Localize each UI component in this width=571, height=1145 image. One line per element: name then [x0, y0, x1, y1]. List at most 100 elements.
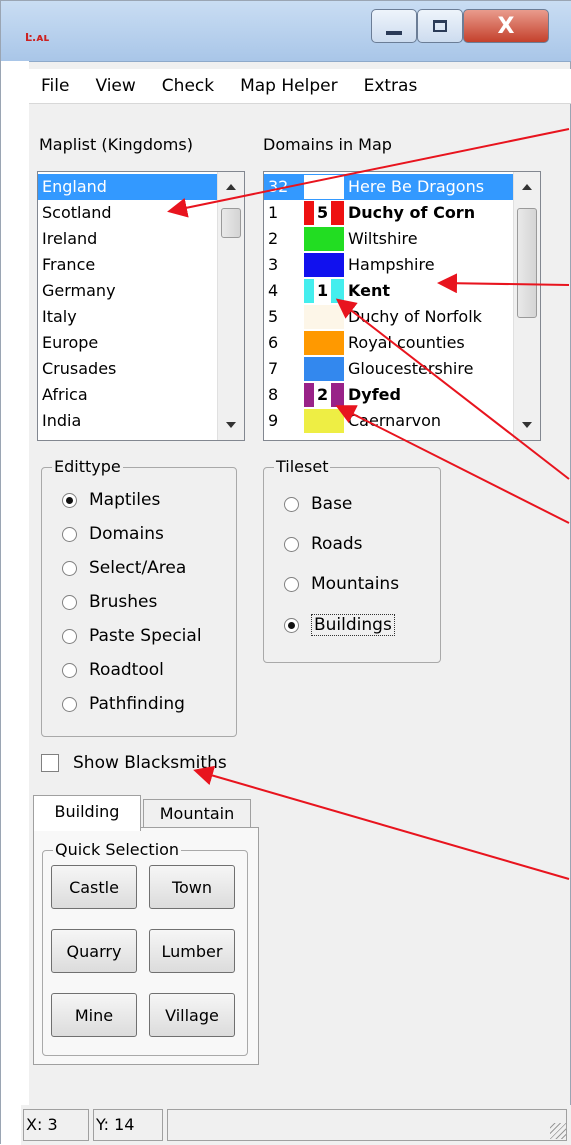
- tileset-radio[interactable]: Base: [284, 494, 352, 514]
- domain-row[interactable]: 9 Caernarvon: [264, 408, 516, 434]
- edittype-radio[interactable]: Maptiles: [62, 490, 160, 510]
- radio-icon[interactable]: [284, 536, 299, 552]
- scroll-up-icon[interactable]: [522, 184, 532, 190]
- menu-view[interactable]: View: [95, 76, 135, 96]
- edittype-option-label: Domains: [89, 524, 164, 544]
- tileset-radio[interactable]: Mountains: [284, 574, 399, 594]
- edittype-option-label: Maptiles: [89, 490, 161, 510]
- tileset-option-label: Mountains: [311, 574, 400, 594]
- lumber-button[interactable]: Lumber: [149, 929, 235, 973]
- menu-check[interactable]: Check: [162, 76, 214, 96]
- minimize-icon: [386, 31, 402, 35]
- app-window: Ŀ.ᴀʟ X File View Check Map Helper Extras…: [0, 0, 571, 1145]
- domain-row[interactable]: 32 Here Be Dragons: [264, 174, 516, 200]
- radio-icon[interactable]: [62, 560, 77, 576]
- scroll-thumb[interactable]: [221, 208, 241, 238]
- edittype-radio[interactable]: Select/Area: [62, 558, 186, 578]
- maplist-item[interactable]: Europe: [38, 330, 220, 356]
- radio-icon[interactable]: [62, 628, 77, 644]
- maplist-item[interactable]: Germany: [38, 278, 220, 304]
- domain-number: 5: [268, 307, 279, 326]
- tileset-radio[interactable]: Roads: [284, 534, 363, 554]
- scroll-thumb[interactable]: [517, 208, 537, 318]
- tab-mountain[interactable]: Mountain: [143, 799, 251, 829]
- domain-number: 8: [268, 385, 279, 404]
- domain-color-swatch: 2: [304, 383, 344, 407]
- checkbox-box[interactable]: [41, 754, 59, 772]
- maplist-item[interactable]: Africa: [38, 382, 220, 408]
- maplist-item[interactable]: Italy: [38, 304, 220, 330]
- edittype-option-label: Select/Area: [89, 558, 187, 578]
- resize-grip-icon[interactable]: [550, 1123, 566, 1139]
- edittype-radio[interactable]: Roadtool: [62, 660, 164, 680]
- edittype-radio[interactable]: Paste Special: [62, 626, 202, 646]
- domain-color-swatch: 5: [304, 201, 344, 225]
- domain-color-swatch: [304, 305, 344, 329]
- menu-map-helper[interactable]: Map Helper: [240, 76, 337, 96]
- radio-icon[interactable]: [62, 526, 77, 542]
- maplist-item[interactable]: Crusades: [38, 356, 220, 382]
- edittype-option-label: Pathfinding: [89, 694, 185, 714]
- scroll-down-icon[interactable]: [226, 422, 236, 428]
- town-button[interactable]: Town: [149, 865, 235, 909]
- radio-icon[interactable]: [62, 662, 77, 678]
- maplist-label: Maplist (Kingdoms): [39, 135, 193, 154]
- maplist-item[interactable]: England: [38, 174, 220, 200]
- domain-color-swatch: [304, 253, 344, 277]
- quarry-button[interactable]: Quarry: [51, 929, 137, 973]
- status-empty: [167, 1109, 567, 1141]
- show-blacksmiths-checkbox[interactable]: Show Blacksmiths: [41, 753, 227, 773]
- title-bar[interactable]: Ŀ.ᴀʟ X: [1, 1, 571, 62]
- minimize-button[interactable]: [371, 9, 417, 43]
- domain-row[interactable]: 2 Wiltshire: [264, 226, 516, 252]
- edittype-title: Edittype: [52, 457, 123, 476]
- edittype-radio[interactable]: Brushes: [62, 592, 157, 612]
- maplist-scrollbar[interactable]: [217, 172, 244, 440]
- domain-number: 4: [268, 281, 279, 300]
- maplist-item[interactable]: Scotland: [38, 200, 220, 226]
- edittype-option-label: Paste Special: [89, 626, 202, 646]
- maximize-button[interactable]: [417, 9, 463, 43]
- radio-icon[interactable]: [284, 496, 299, 512]
- tab-building[interactable]: Building: [33, 795, 141, 831]
- domain-row[interactable]: 4 1 Kent: [264, 278, 516, 304]
- maplist-item[interactable]: Ireland: [38, 226, 220, 252]
- building-tab-panel: Quick Selection Castle Town Quarry Lumbe…: [33, 827, 259, 1065]
- close-button[interactable]: X: [463, 9, 549, 43]
- domains-scrollbar[interactable]: [513, 172, 540, 440]
- maplist-item[interactable]: France: [38, 252, 220, 278]
- maplist-item[interactable]: ...: [38, 434, 220, 440]
- mine-button[interactable]: Mine: [51, 993, 137, 1037]
- radio-icon[interactable]: [62, 492, 77, 508]
- castle-button[interactable]: Castle: [51, 865, 137, 909]
- tileset-radio[interactable]: Buildings: [284, 614, 395, 636]
- domain-color-swatch: 1: [304, 279, 344, 303]
- scroll-down-icon[interactable]: [522, 422, 532, 428]
- domain-name: Dyfed: [348, 385, 401, 404]
- domain-row[interactable]: 1 5 Duchy of Corn: [264, 200, 516, 226]
- domain-name: Wiltshire: [348, 229, 418, 248]
- domain-row[interactable]: 3 Hampshire: [264, 252, 516, 278]
- maximize-icon: [433, 20, 447, 32]
- maplist-item[interactable]: India: [38, 408, 220, 434]
- radio-icon[interactable]: [62, 594, 77, 610]
- domain-color-swatch: [304, 357, 344, 381]
- radio-icon[interactable]: [62, 696, 77, 712]
- village-button[interactable]: Village: [149, 993, 235, 1037]
- menu-file[interactable]: File: [41, 76, 69, 96]
- domains-listbox[interactable]: 32 Here Be Dragons 1 5 Duchy of Corn 2 Wiltshi…: [263, 171, 541, 441]
- scroll-up-icon[interactable]: [226, 184, 236, 190]
- domain-row[interactable]: 7 Gloucestershire: [264, 356, 516, 382]
- edittype-radio[interactable]: Domains: [62, 524, 164, 544]
- radio-icon[interactable]: [284, 617, 299, 633]
- menu-extras[interactable]: Extras: [364, 76, 418, 96]
- radio-icon[interactable]: [284, 576, 299, 592]
- edittype-radio[interactable]: Pathfinding: [62, 694, 185, 714]
- maplist-listbox[interactable]: England Scotland Ireland France Germany Italy…: [37, 171, 245, 441]
- domain-row[interactable]: 8 2 Dyfed: [264, 382, 516, 408]
- domain-name: Caernarvon: [348, 411, 442, 430]
- domain-row[interactable]: 6 Royal counties: [264, 330, 516, 356]
- left-margin: [1, 61, 29, 1145]
- domain-color-swatch: [304, 409, 344, 433]
- domain-row[interactable]: 5 Duchy of Norfolk: [264, 304, 516, 330]
